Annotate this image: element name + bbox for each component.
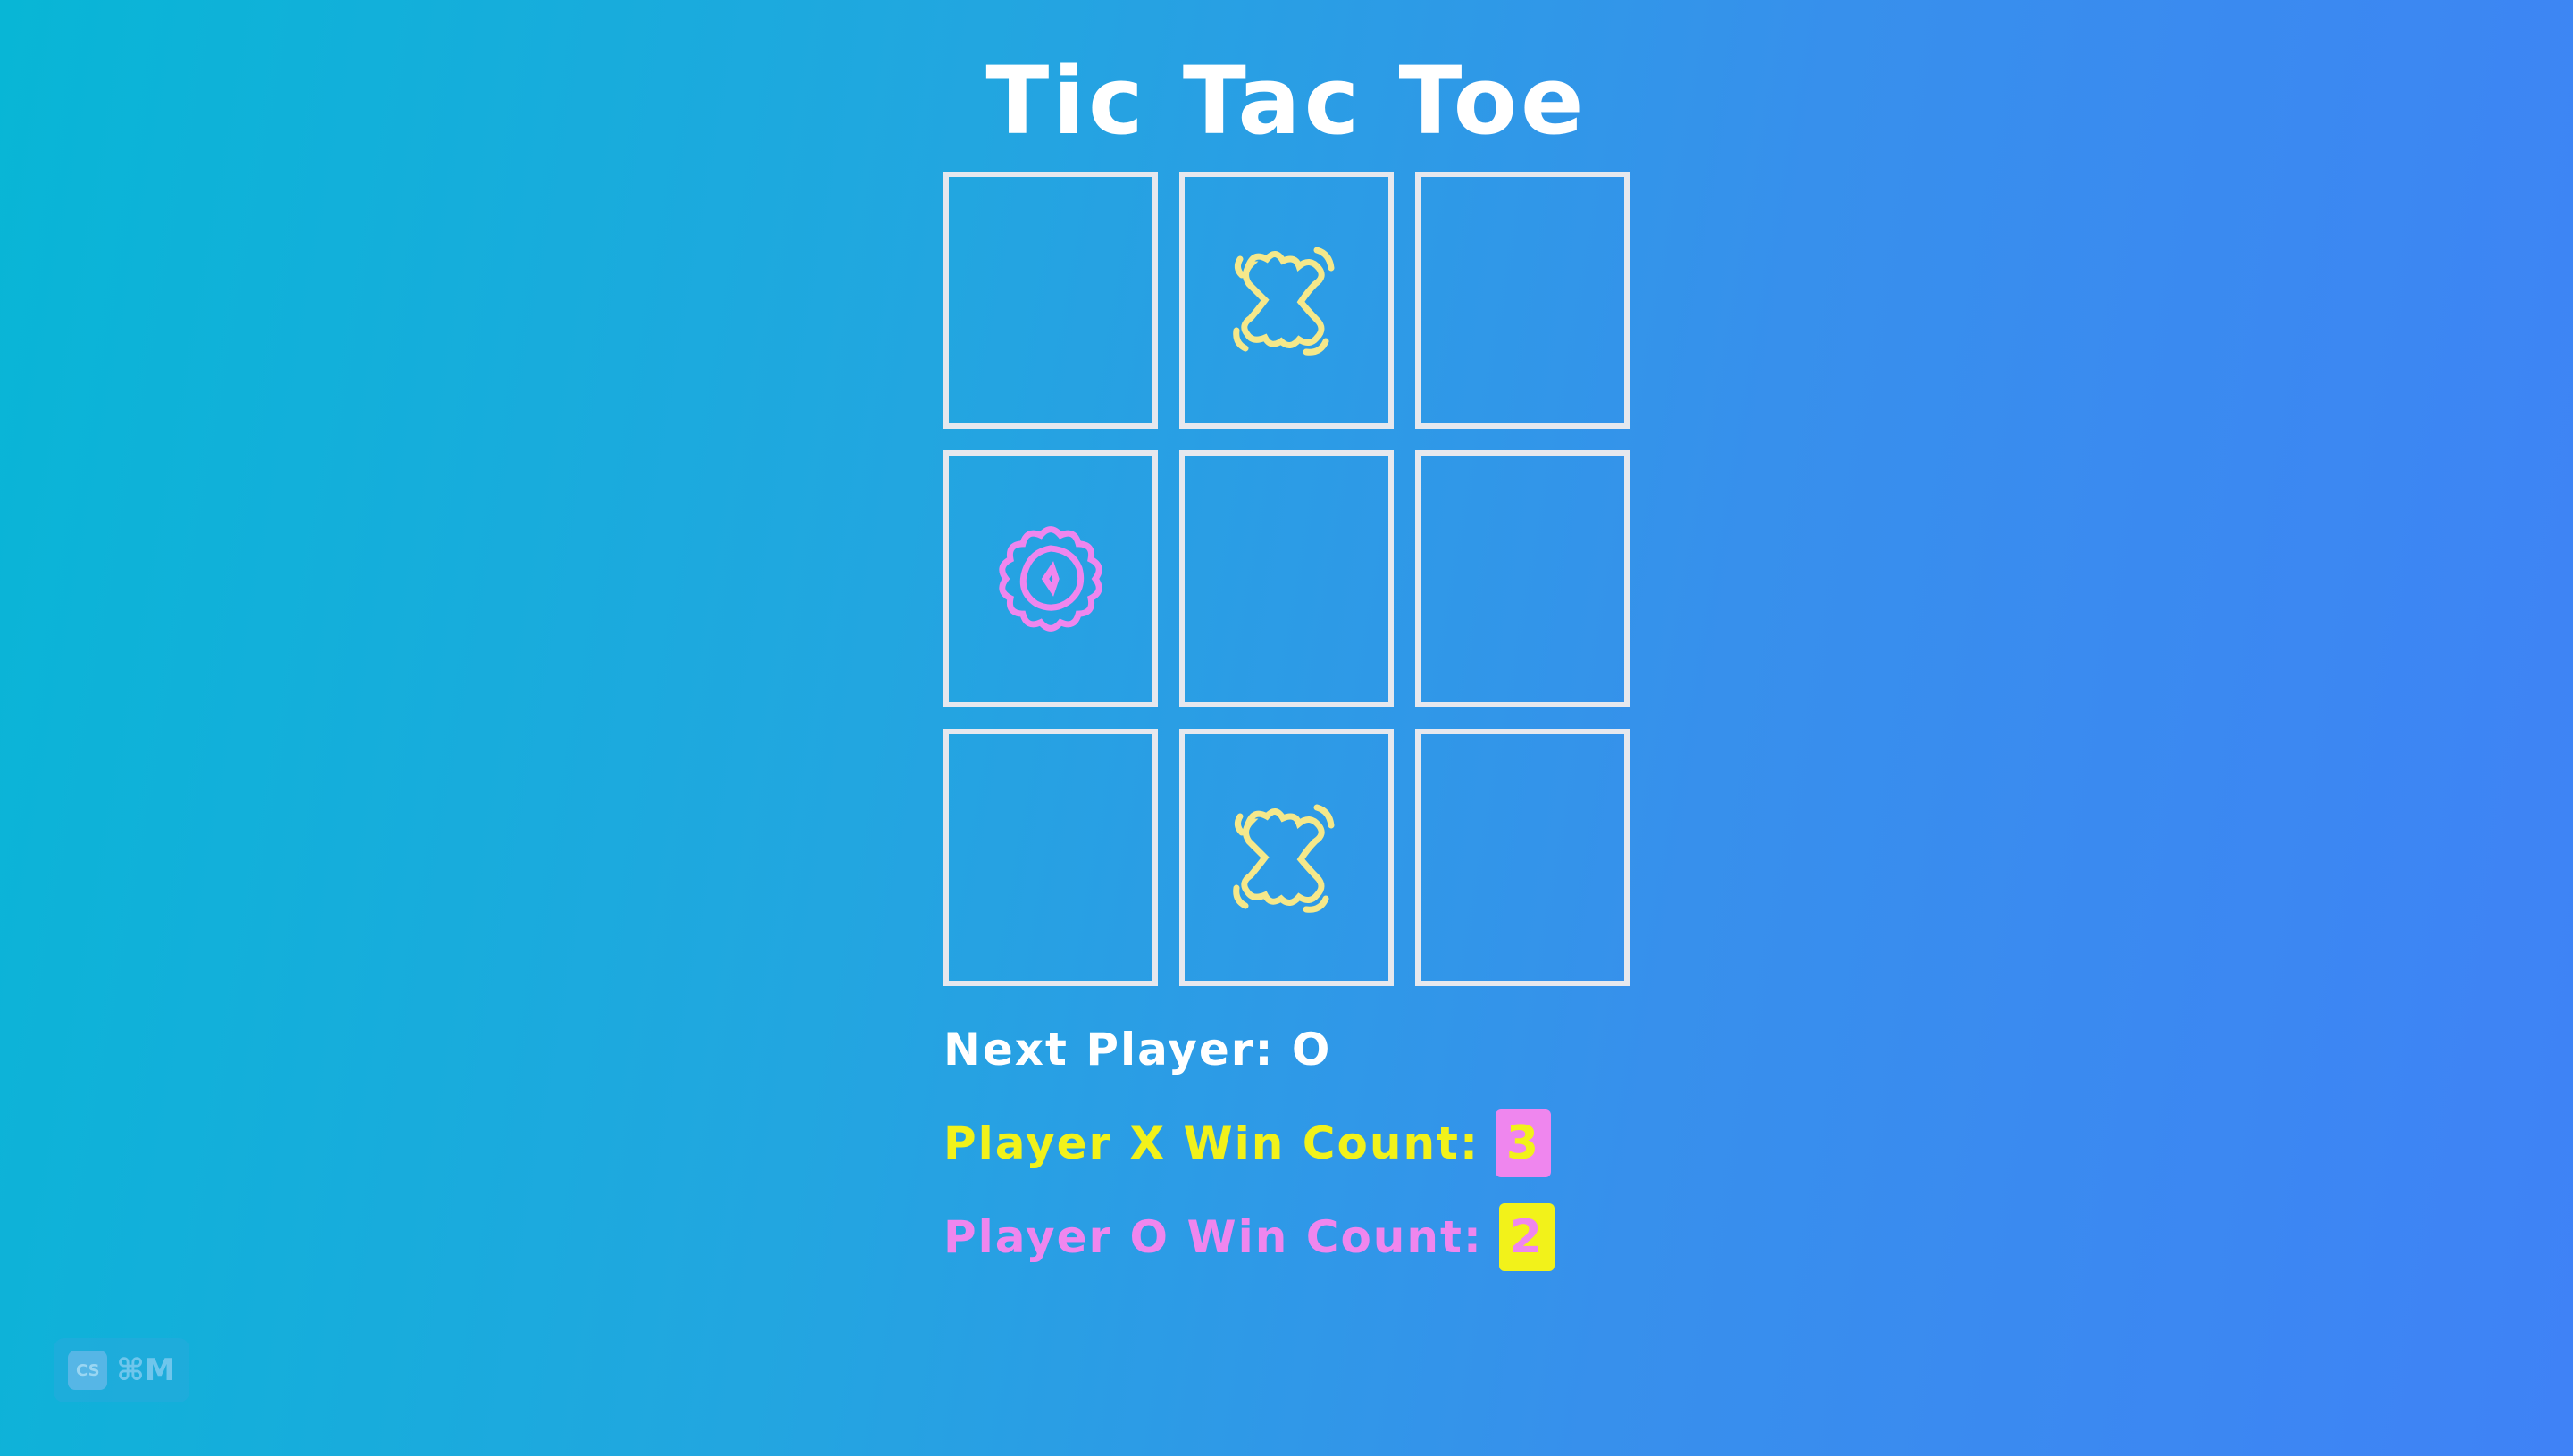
game-title: Tic Tac Toe (985, 46, 1588, 155)
board-cell-6[interactable] (1415, 450, 1630, 707)
player-x-win-label: Player X Win Count: (943, 1117, 1479, 1169)
player-o-win-label: Player O Win Count: (943, 1211, 1483, 1263)
next-player-status: Next Player: O (943, 1024, 1332, 1075)
player-x-win-count: Player X Win Count: 3 (943, 1108, 1551, 1179)
shortcut-keys: ⌘M (116, 1352, 175, 1388)
player-x-win-badge: 3 (1495, 1109, 1551, 1177)
o-mark-icon (999, 526, 1102, 632)
board-cell-7[interactable] (943, 729, 1158, 986)
x-mark-icon (1233, 804, 1335, 913)
player-o-win-count: Player O Win Count: 2 (943, 1201, 1555, 1273)
board-cell-3[interactable] (1415, 172, 1630, 429)
x-mark-icon (1233, 247, 1335, 356)
player-o-win-badge: 2 (1498, 1203, 1555, 1271)
board-cell-8[interactable] (1179, 729, 1394, 986)
board-cell-9[interactable] (1415, 729, 1630, 986)
board-cell-1[interactable] (943, 172, 1158, 429)
board-cell-2[interactable] (1179, 172, 1394, 429)
game-board (943, 172, 1630, 986)
shortcut-badge[interactable]: CS ⌘M (54, 1338, 189, 1402)
board-cell-5[interactable] (1179, 450, 1394, 707)
app-logo-icon: CS (68, 1351, 108, 1390)
board-cell-4[interactable] (943, 450, 1158, 707)
